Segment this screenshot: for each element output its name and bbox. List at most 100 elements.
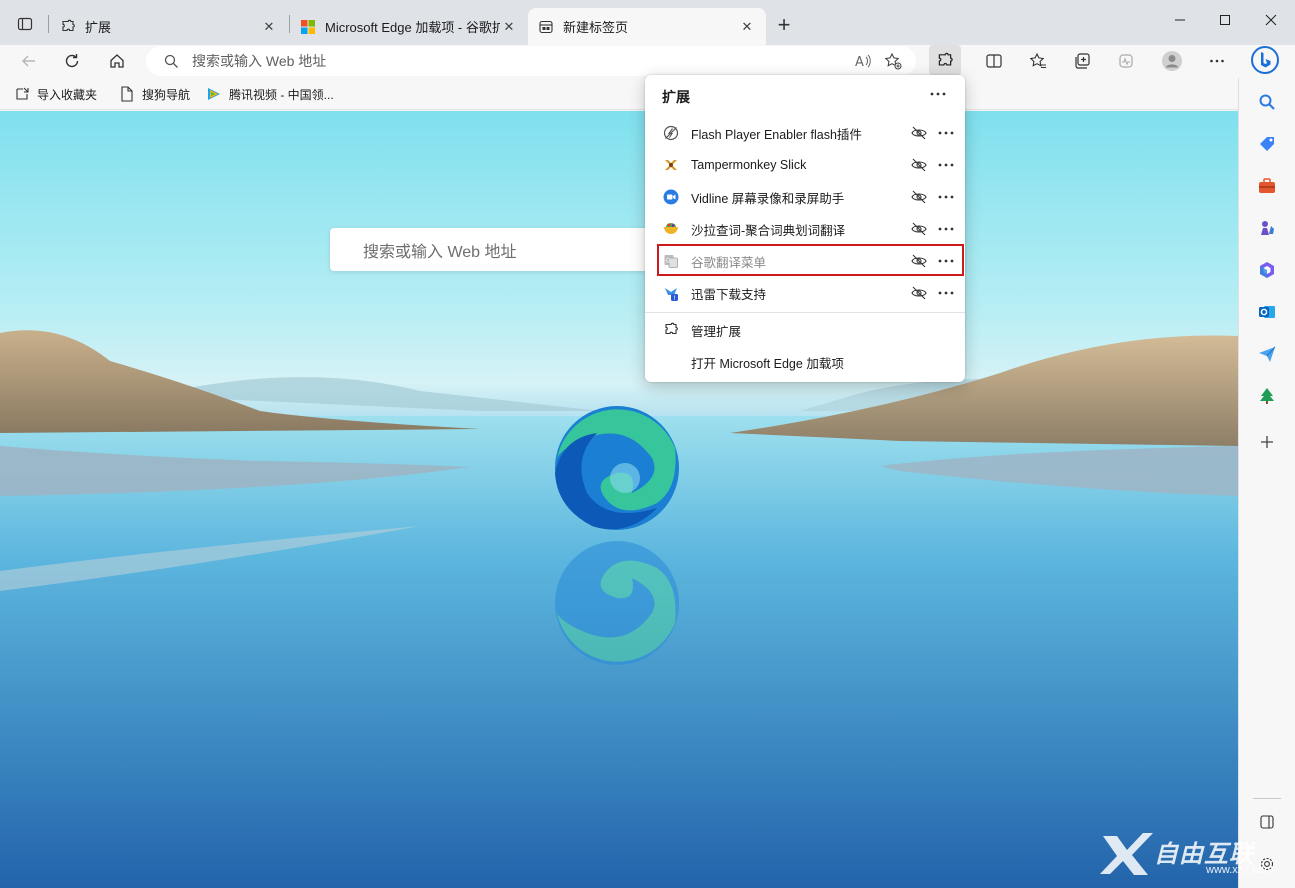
address-input[interactable]: 搜索或输入 Web 地址 xyxy=(192,51,848,71)
bing-copilot-button[interactable] xyxy=(1248,44,1282,75)
tab-actions-icon xyxy=(17,17,33,31)
extension-row-tampermonkey[interactable]: Tampermonkey Slick xyxy=(645,149,965,181)
new-tab-button[interactable]: + xyxy=(770,12,798,38)
more-horizontal-icon[interactable] xyxy=(931,121,961,145)
sidebar-add-button[interactable] xyxy=(1253,428,1281,456)
close-icon xyxy=(1265,14,1277,26)
favorites-button[interactable] xyxy=(1022,45,1054,76)
open-addons-link[interactable]: 打开 Microsoft Edge 加载项 xyxy=(645,347,965,377)
tab-actions-button[interactable] xyxy=(10,10,40,38)
eye-hidden-icon[interactable] xyxy=(907,281,931,305)
favorite-import[interactable]: 导入收藏夹 xyxy=(14,83,97,105)
refresh-button[interactable] xyxy=(56,45,88,76)
sidebar xyxy=(1238,78,1295,888)
arrow-left-icon xyxy=(22,55,35,66)
outlook-icon xyxy=(1259,306,1275,318)
google-translate-icon: G xyxy=(662,252,680,270)
tab-strip: 扩展 ✕ Microsoft Edge 加载项 - 谷歌扩展 ✕ 新建标签页 ✕… xyxy=(0,0,1295,45)
home-icon xyxy=(110,53,124,68)
ntp-search-box[interactable]: 搜索或输入 Web 地址 xyxy=(330,228,660,271)
tab-extensions[interactable]: 扩展 ✕ xyxy=(50,8,288,45)
more-horizontal-icon[interactable] xyxy=(931,153,961,177)
toolbar: 搜索或输入 Web 地址 A xyxy=(0,45,1295,78)
more-horizontal-icon xyxy=(1210,59,1224,62)
favorite-tencent-video[interactable]: 腾讯视频 - 中国领... xyxy=(206,83,334,105)
favorite-label: 搜狗导航 xyxy=(142,87,191,102)
more-horizontal-icon xyxy=(930,92,946,96)
more-horizontal-icon[interactable] xyxy=(931,249,961,273)
paper-plane-icon xyxy=(1259,346,1276,362)
close-window-button[interactable] xyxy=(1248,4,1294,36)
watermark-logo: 自由互联 www.xz7.com xyxy=(1098,828,1288,884)
x-logo-icon xyxy=(1100,833,1153,875)
collections-button[interactable] xyxy=(1066,45,1098,76)
favorites-star-icon xyxy=(1029,52,1046,68)
address-bar[interactable]: 搜索或输入 Web 地址 A xyxy=(146,46,916,76)
read-aloud-icon[interactable]: A xyxy=(848,47,878,75)
puzzle-icon xyxy=(662,321,680,339)
favorite-sogou[interactable]: 搜狗导航 xyxy=(119,83,190,105)
extension-name: 沙拉查词-聚合词典划词翻译 xyxy=(691,223,846,238)
sidebar-shopping-button[interactable] xyxy=(1253,130,1281,158)
performance-button[interactable] xyxy=(1110,45,1142,76)
home-button[interactable] xyxy=(101,45,133,76)
heart-pulse-icon xyxy=(1119,53,1133,68)
extension-name: 迅雷下载支持 xyxy=(691,287,767,302)
favorite-label: 导入收藏夹 xyxy=(37,87,98,102)
thunder-icon: ! xyxy=(662,284,680,302)
avatar-icon xyxy=(1162,50,1182,71)
popup-more-button[interactable] xyxy=(925,83,951,105)
tab-addons[interactable]: Microsoft Edge 加载项 - 谷歌扩展 ✕ xyxy=(290,8,528,45)
extensions-button[interactable] xyxy=(929,45,961,76)
extension-row-flash[interactable]: Flash Player Enabler flash插件 xyxy=(645,117,965,149)
sidebar-tools-button[interactable] xyxy=(1253,172,1281,200)
eye-hidden-icon[interactable] xyxy=(907,153,931,177)
extension-row-saladict[interactable]: 沙拉查词-聚合词典划词翻译 xyxy=(645,213,965,245)
tab-separator xyxy=(48,15,49,33)
maximize-button[interactable] xyxy=(1202,4,1248,36)
settings-more-button[interactable] xyxy=(1201,45,1233,76)
close-icon[interactable]: ✕ xyxy=(260,18,278,36)
minimize-button[interactable] xyxy=(1157,4,1203,36)
sidebar-office-button[interactable] xyxy=(1253,256,1281,284)
import-favorites-icon xyxy=(14,86,30,102)
close-icon[interactable]: ✕ xyxy=(500,18,518,36)
search-icon xyxy=(162,52,180,70)
extension-name: Vidline 屏幕录像和录屏助手 xyxy=(691,191,845,206)
microsoft-365-icon xyxy=(1260,262,1274,278)
eye-hidden-icon[interactable] xyxy=(907,217,931,241)
popup-title: 扩展 xyxy=(662,89,690,105)
collections-icon xyxy=(1075,52,1090,69)
microsoft-logo-icon xyxy=(300,19,316,35)
sidebar-games-button[interactable] xyxy=(1253,214,1281,242)
refresh-icon xyxy=(65,53,79,67)
more-horizontal-icon[interactable] xyxy=(931,185,961,209)
split-screen-button[interactable] xyxy=(978,45,1010,76)
sidebar-divider xyxy=(1253,798,1281,799)
manage-extensions-link[interactable]: 管理扩展 xyxy=(645,315,965,345)
eye-hidden-icon[interactable] xyxy=(907,249,931,273)
more-horizontal-icon[interactable] xyxy=(931,217,961,241)
eye-hidden-icon[interactable] xyxy=(907,121,931,145)
page-icon xyxy=(119,86,135,102)
plus-icon: + xyxy=(777,12,791,37)
extension-row-vidline[interactable]: Vidline 屏幕录像和录屏助手 xyxy=(645,181,965,213)
tab-new-tab[interactable]: 新建标签页 ✕ xyxy=(528,8,766,45)
profile-button[interactable] xyxy=(1156,45,1188,76)
more-horizontal-icon[interactable] xyxy=(931,281,961,305)
add-favorite-icon[interactable] xyxy=(878,47,908,75)
extension-row-google-translate[interactable]: G 谷歌翻译菜单 xyxy=(645,245,965,277)
sidebar-outlook-button[interactable] xyxy=(1253,298,1281,326)
eye-hidden-icon[interactable] xyxy=(907,185,931,209)
extension-row-thunder[interactable]: ! 迅雷下载支持 xyxy=(645,277,965,309)
back-button[interactable] xyxy=(13,45,45,76)
flash-disabled-icon xyxy=(662,124,680,142)
close-icon[interactable]: ✕ xyxy=(738,18,756,36)
search-icon xyxy=(1259,94,1275,110)
edge-logo-reflection xyxy=(555,541,679,665)
sidebar-search-button[interactable] xyxy=(1253,88,1281,116)
sidebar-send-button[interactable] xyxy=(1253,340,1281,368)
open-addons-label: 打开 Microsoft Edge 加载项 xyxy=(691,356,844,371)
sidebar-tree-button[interactable] xyxy=(1253,382,1281,410)
